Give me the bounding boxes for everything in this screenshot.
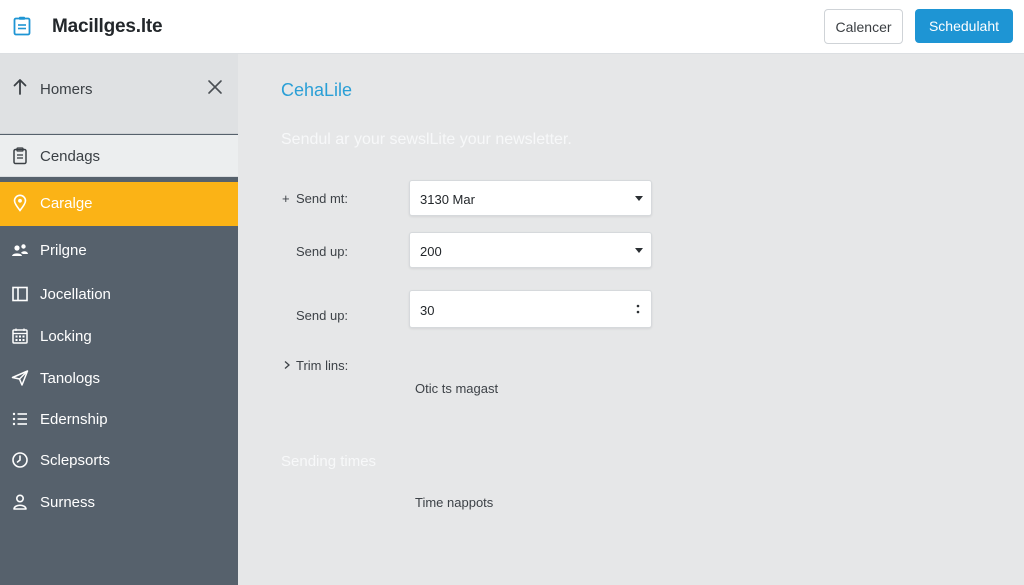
caret-down-icon [635,248,643,253]
calendar-grid-icon [12,328,28,344]
send-date-dropdown[interactable]: 3130 Mar [409,180,652,216]
sidebar-item-label: Tanologs [40,370,101,387]
send-up-label-2: Send up: [296,308,349,323]
sidebar-header-label: Homers [40,81,93,98]
user-icon [13,494,27,510]
sidebar-item-label: Prilgne [40,242,87,259]
sidebar-item-cendags[interactable]: Cendags [0,135,238,177]
sidebar-item-label: Caralge [40,195,93,212]
schedule-button[interactable]: Schedulaht [915,9,1013,43]
sending-times-heading: Sending times [281,453,377,470]
send-up-label: Send up: [296,244,349,259]
sidebar-item-label: Jocellation [40,286,111,303]
sidebar: Homers Cendags Caralge Prilgne Jocellati… [0,54,238,585]
close-icon[interactable] [207,79,223,95]
sidebar-item-locking[interactable]: Locking [0,315,238,357]
users-icon [12,244,28,256]
clock-icon [12,452,28,468]
sending-times-value: Time nappots [415,495,494,510]
page-title: CehaLile [281,80,353,100]
page-subtitle: Sendul ar your sewslLite your newsletter… [281,131,572,148]
stepper-dots-icon [636,304,640,314]
top-bar: Macillges.lte Calencer Schedulaht [0,0,1024,54]
caret-down-icon [635,196,643,201]
sidebar-item-label: Locking [40,328,92,345]
list-icon [12,412,27,426]
sidebar-item-label: Edernship [40,411,108,428]
send-icon [11,370,29,386]
clipboard-icon [13,147,27,165]
location-pin-icon [13,194,27,212]
document-icon [13,16,31,36]
send-quantity-value: 30 [420,303,435,318]
sidebar-item-tanologs[interactable]: Tanologs [0,357,238,399]
send-quantity-stepper[interactable]: 30 [409,290,652,328]
app-title: Macillges.lte [52,16,163,37]
cancel-button[interactable]: Calencer [824,9,903,44]
sidebar-item-prilgne[interactable]: Prilgne [0,229,238,271]
trim-lines-value: Otic ts magast [415,381,499,396]
sidebar-item-label: Cendags [40,148,101,165]
sidebar-item-sclepsorts[interactable]: Sclepsorts [0,439,238,481]
send-count-value: 200 [420,244,442,259]
main-content: CehaLile Sendul ar your sewslLite your n… [238,54,1024,585]
send-count-dropdown[interactable]: 200 [409,232,652,268]
sidebar-header: Homers [0,54,238,134]
sidebar-item-label: Sclepsorts [40,452,111,469]
sidebar-item-caralge[interactable]: Caralge [0,182,238,226]
trim-lines-label: Trim lins: [296,358,349,373]
send-date-value: 3130 Mar [420,192,475,207]
arrow-up-icon[interactable] [12,78,28,96]
panel-icon [12,286,28,302]
row-prefix: + [282,191,290,206]
sidebar-item-surness[interactable]: Surness [0,481,238,523]
send-mt-label: Send mt: [296,191,349,206]
sidebar-item-jocellation[interactable]: Jocellation [0,273,238,315]
sidebar-item-label: Surness [40,494,96,511]
chevron-right-icon[interactable] [282,360,292,370]
sidebar-item-edernship[interactable]: Edernship [0,398,238,440]
